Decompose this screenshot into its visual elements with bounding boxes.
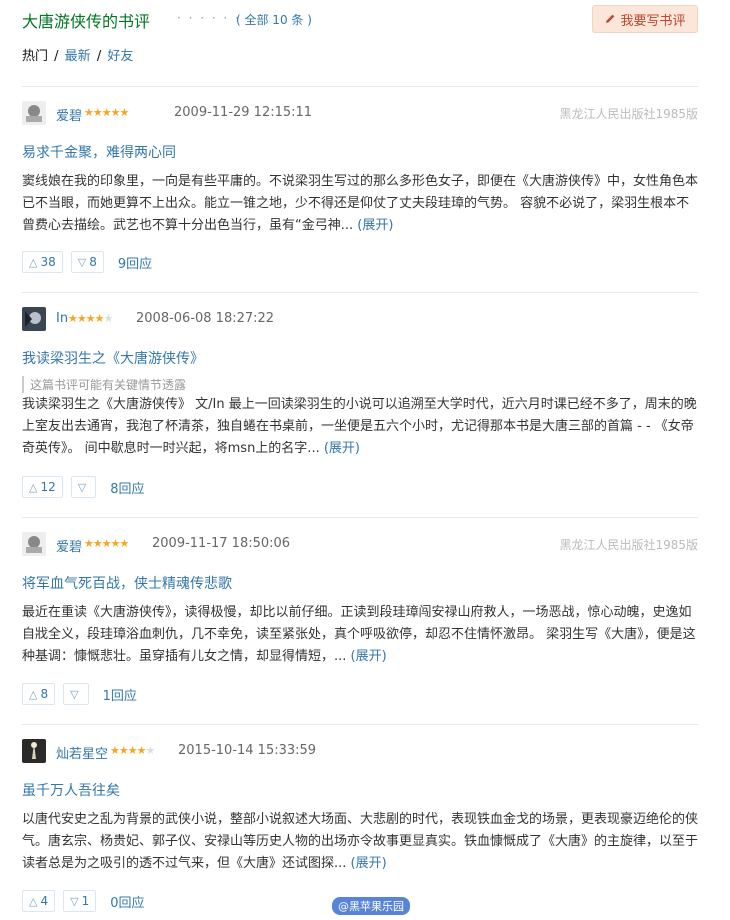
downvote-count: 8 [89,255,97,269]
review-actions: △ 8 ▽ 1回应 [22,683,137,705]
review-actions: △ 38 ▽ 8 9回应 [22,251,152,273]
expand-link[interactable]: (展开) [351,856,387,871]
upvote-button[interactable]: △ 12 [22,476,63,498]
downvote-icon: ▽ [70,894,79,908]
review-item: 爱碧 ★★★★★ 2009-11-29 12:15:11 黑龙江人民出版社198… [22,86,698,291]
expand-link[interactable]: (展开) [324,441,360,456]
replies-link[interactable]: 9回应 [118,253,152,272]
downvote-icon: ▽ [70,687,79,701]
avatar[interactable] [22,532,46,556]
spoiler-warning: 这篇书评可能有关键情节透露 [22,376,186,393]
rating-stars: ★★★★★ [84,106,129,119]
upvote-icon: △ [29,255,38,269]
review-actions: △ 4 ▽ 1 0回应 [22,890,145,912]
downvote-button[interactable]: ▽ 8 [70,251,104,273]
watermark: @黑苹果乐园 [332,897,410,915]
review-title[interactable]: 我读梁羽生之《大唐游侠传》 [22,348,204,368]
upvote-icon: △ [29,480,38,494]
upvote-button[interactable]: △ 8 [22,683,56,705]
review-header: 灿若星空 ★★★★★ 2015-10-14 15:33:59 [22,739,698,765]
review-excerpt: 最近在重读《大唐游侠传》，读得极慢，却比以前仔细。正读到段珪璋闯安禄山府救人，一… [22,602,698,668]
filter-hot[interactable]: 热门 [22,49,48,64]
avatar[interactable] [22,739,46,763]
sort-filters: 热门 / 最新 / 好友 [22,49,134,64]
author-name[interactable]: 灿若星空 [56,743,108,762]
filter-latest[interactable]: 最新 [65,49,91,64]
upvote-count: 38 [40,255,56,269]
downvote-icon: ▽ [77,255,87,269]
downvote-count: 1 [81,894,90,908]
expand-link[interactable]: (展开) [351,649,387,664]
title-dots: · · · · · · [177,11,241,25]
edition-label: 黑龙江人民出版社1985版 [559,538,698,552]
review-excerpt: 窦线娘在我的印象里，一向是有些平庸的。不说梁羽生写过的那么多形色女子，即便在《大… [22,171,698,237]
review-header: 爱碧 ★★★★★ 2009-11-17 18:50:06 黑龙江人民出版社198… [22,532,698,558]
author-name[interactable]: 爱碧 [56,105,82,124]
write-review-label: 我要写书评 [620,13,686,29]
review-item: 爱碧 ★★★★★ 2009-11-17 18:50:06 黑龙江人民出版社198… [22,517,698,723]
review-date: 2009-11-17 18:50:06 [152,536,291,551]
downvote-button[interactable]: ▽ [63,683,89,705]
upvote-count: 8 [40,687,49,701]
rating-stars: ★★★★★ [110,744,155,757]
review-title[interactable]: 虽千万人吾往矣 [22,780,120,800]
rating-stars: ★★★★★ [68,312,113,325]
review-header: In ★★★★★ 2008-06-08 18:27:22 [22,307,698,333]
upvote-count: 4 [40,894,49,908]
replies-link[interactable]: 0回应 [110,892,144,911]
downvote-button[interactable]: ▽ 1 [63,890,97,912]
avatar[interactable] [22,307,46,331]
write-review-button[interactable]: 我要写书评 [592,5,698,33]
rating-stars: ★★★★★ [84,537,129,550]
review-title[interactable]: 将军血气死百战，侠士精魂传悲歌 [22,573,232,593]
replies-link[interactable]: 1回应 [103,685,137,704]
review-date: 2008-06-08 18:27:22 [136,311,275,326]
review-item: In ★★★★★ 2008-06-08 18:27:22 我读梁羽生之《大唐游侠… [22,292,698,516]
review-excerpt: 以唐代安史之乱为背景的武侠小说，整部小说叙述大场面、大悲剧的时代，表现铁血金戈的… [22,809,698,875]
replies-link[interactable]: 8回应 [110,478,144,497]
review-item: 灿若星空 ★★★★★ 2015-10-14 15:33:59 虽千万人吾往矣 以… [22,724,698,920]
review-date: 2009-11-29 12:15:11 [174,105,313,120]
all-reviews-link[interactable]: ( 全部 10 条 ) [236,11,312,28]
avatar[interactable] [22,101,46,125]
author-name[interactable]: In [56,311,68,326]
upvote-count: 12 [40,480,56,494]
edition-label: 黑龙江人民出版社1985版 [559,107,698,121]
upvote-button[interactable]: △ 4 [22,890,56,912]
upvote-button[interactable]: △ 38 [22,251,63,273]
section-title: 大唐游侠传的书评 [22,12,151,31]
author-name[interactable]: 爱碧 [56,536,82,555]
review-title[interactable]: 易求千金聚，难得两心同 [22,142,176,162]
review-actions: △ 12 ▽ 8回应 [22,476,145,498]
filter-friends[interactable]: 好友 [107,49,133,64]
downvote-button[interactable]: ▽ [70,476,97,498]
upvote-icon: △ [29,687,38,701]
expand-link[interactable]: (展开) [357,218,393,233]
downvote-icon: ▽ [77,480,87,494]
review-header: 爱碧 ★★★★★ 2009-11-29 12:15:11 黑龙江人民出版社198… [22,101,698,127]
review-excerpt: 我读梁羽生之《大唐游侠传》 文/In 最上一回读梁羽生的小说可以追溯至大学时代，… [22,394,698,460]
pencil-icon [606,14,615,23]
upvote-icon: △ [29,894,38,908]
review-date: 2015-10-14 15:33:59 [178,743,317,758]
reviews-header: 大唐游侠传的书评 · · · · · · ( 全部 10 条 ) 我要写书评 [22,5,698,33]
